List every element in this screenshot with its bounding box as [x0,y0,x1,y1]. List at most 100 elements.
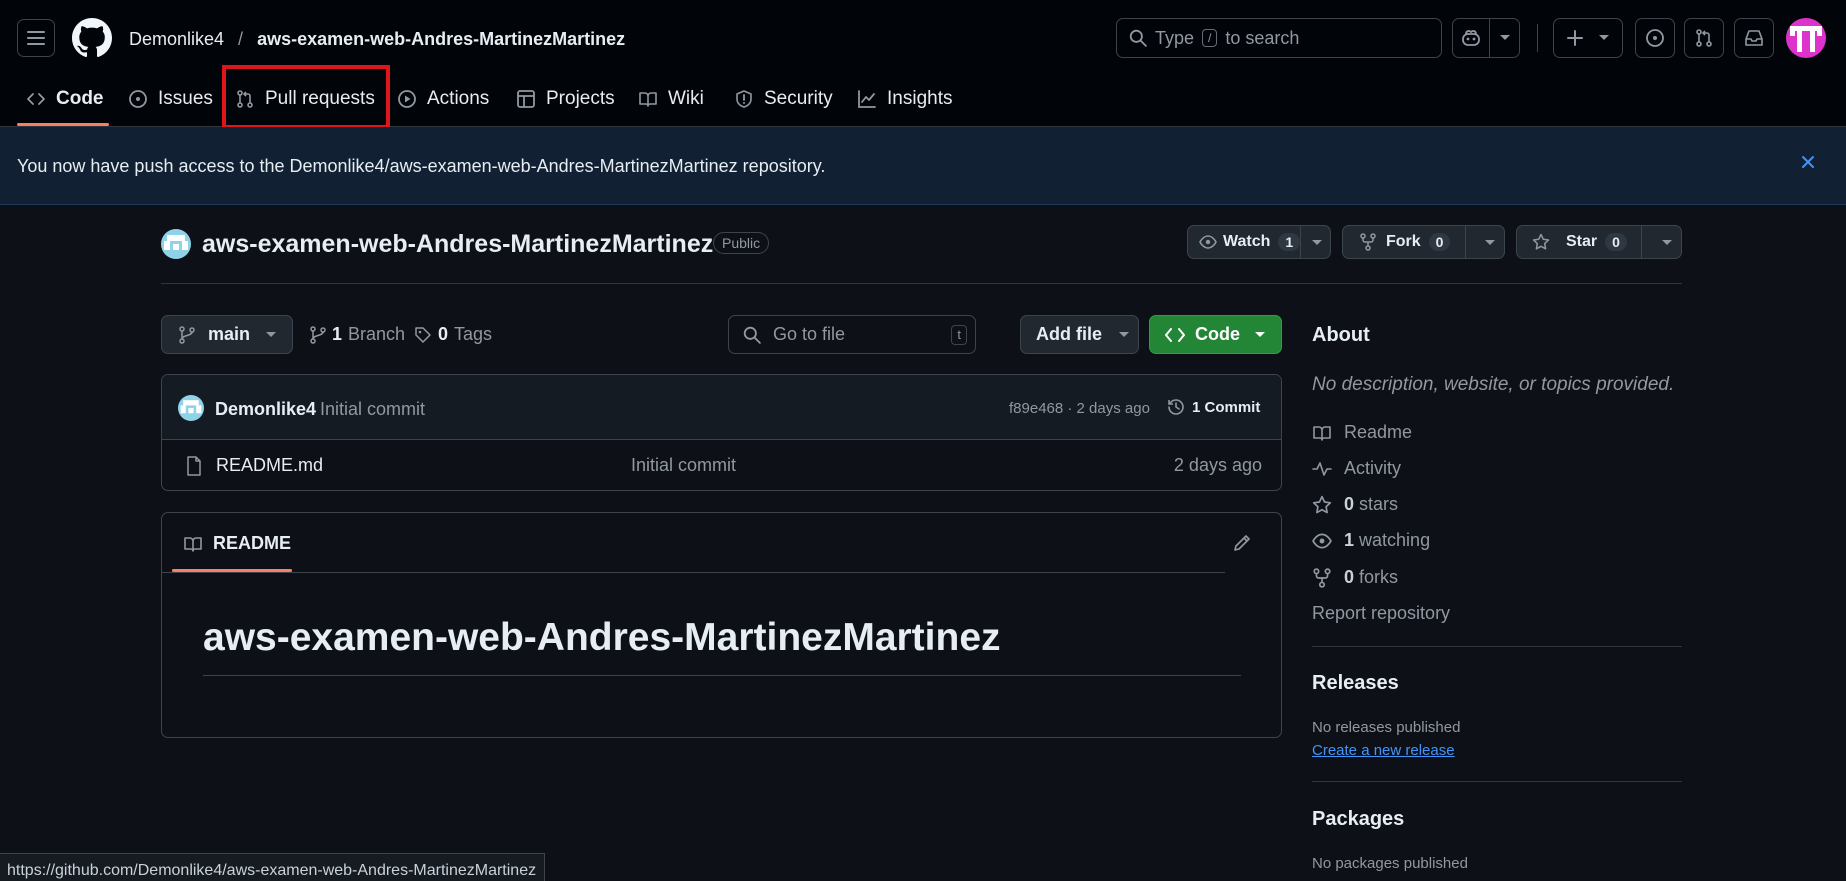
go-to-file-input[interactable]: Go to file t [728,315,976,354]
report-repository-link[interactable]: Report repository [1312,603,1450,624]
github-logo[interactable] [72,18,112,58]
search-key-hint: / [1202,29,1218,47]
owner-link[interactable]: Demonlike4 [129,29,224,50]
create-new-button[interactable] [1553,18,1623,58]
avatar[interactable] [1786,18,1826,58]
git-branch-icon [310,325,326,344]
sidebar-item-readme[interactable]: Readme [1312,422,1412,443]
highlight-box [222,65,390,129]
star-button[interactable]: Star 0 [1516,225,1682,259]
fork-label: Fork [1386,233,1421,250]
tab-label: Insights [887,88,953,109]
status-url: https://github.com/Demonlike4/aws-examen… [7,862,537,879]
commit-author[interactable]: Demonlike4 [215,399,316,420]
releases-empty: No releases published [1312,719,1461,736]
graph-icon [858,90,876,108]
commit-meta[interactable]: f89e468 · 2 days ago [1009,400,1150,417]
watch-label: Watch [1223,233,1271,250]
forks-count: 0 [1344,567,1355,587]
user-avatar-icon [1790,26,1822,52]
inbox-button[interactable] [1734,18,1774,58]
branches-link[interactable]: 1 Branch [310,324,405,345]
file-commit-message[interactable]: Initial commit [631,455,736,476]
link-status-bar: https://github.com/Demonlike4/aws-examen… [0,853,546,881]
pencil-icon [1234,535,1250,551]
plus-icon [1567,30,1583,46]
repo-avatar [161,229,191,259]
sidebar-item-forks[interactable]: 0 forks [1312,567,1398,588]
issues-button[interactable] [1635,18,1675,58]
search-icon [1129,29,1147,47]
tab-actions[interactable]: Actions [397,78,489,120]
issue-opened-icon [1646,29,1664,47]
file-name[interactable]: README.md [216,455,323,476]
go-to-file-key-hint: t [951,324,967,345]
chevron-down-icon [1499,35,1510,40]
tab-code[interactable]: Code [26,78,104,120]
chevron-down-icon [1312,240,1322,245]
sidebar-item-watching[interactable]: 1 watching [1312,530,1430,551]
book-icon [184,536,202,552]
readme-tab-label: README [213,533,292,553]
github-icon [72,18,112,58]
packages-title[interactable]: Packages [1312,808,1404,831]
fork-button[interactable]: Fork 0 [1342,225,1505,259]
tag-count: 0 [438,324,449,344]
commit-history-link[interactable]: 1 Commit [1166,397,1260,417]
play-icon [398,90,416,108]
code-button[interactable]: Code [1149,315,1282,354]
create-release-link[interactable]: Create a new release [1312,742,1455,759]
code-button-label: Code [1195,324,1240,344]
identicon-icon [180,400,202,414]
branch-count: 1 [332,324,343,344]
tab-projects[interactable]: Projects [516,78,615,120]
tab-label: Wiki [668,88,704,109]
readme-heading: aws-examen-web-Andres-MartinezMartinez [203,616,1001,659]
header-divider [1537,24,1538,52]
tab-label: Code [56,88,104,109]
branch-select[interactable]: main [161,315,293,354]
repo-title[interactable]: aws-examen-web-Andres-MartinezMartinez [202,230,713,259]
tab-insights[interactable]: Insights [857,78,952,120]
search-input[interactable]: Type / to search [1116,18,1442,58]
issue-icon [129,90,147,108]
go-to-file-placeholder: Go to file [773,324,846,344]
fork-count: 0 [1428,233,1451,251]
about-title: About [1312,324,1370,346]
close-icon [1802,156,1814,168]
commit-message[interactable]: Initial commit [320,399,425,420]
global-header: Demonlike4 / aws-examen-web-Andres-Marti… [0,0,1846,129]
copilot-button[interactable] [1452,18,1520,58]
menu-button[interactable] [17,19,55,57]
add-file-label: Add file [1036,324,1102,344]
repo-link[interactable]: aws-examen-web-Andres-MartinezMartinez [257,29,625,50]
shield-icon [736,90,752,108]
releases-title[interactable]: Releases [1312,672,1399,695]
tab-issues[interactable]: Issues [128,78,213,120]
tag-label: Tags [454,324,493,344]
sidebar-item-activity[interactable]: Activity [1312,458,1401,479]
header-divider [161,283,1682,284]
sidebar-item-stars[interactable]: 0 stars [1312,494,1398,515]
tab-security[interactable]: Security [734,78,833,120]
sidebar-item-label: Readme [1344,422,1413,442]
table-row[interactable]: README.md Initial commit 2 days ago [162,441,1281,490]
fork-icon [1313,567,1331,588]
file-icon [187,456,201,476]
tab-label: Security [764,88,833,109]
tags-link[interactable]: 0 Tags [414,324,492,345]
add-file-button[interactable]: Add file [1020,315,1139,354]
search-prefix: Type [1155,27,1195,48]
pull-requests-button[interactable] [1684,18,1724,58]
forks-label: forks [1359,567,1399,587]
chevron-down-icon [1485,240,1495,245]
git-branch-icon [179,325,195,344]
edit-readme-button[interactable] [1232,533,1252,553]
fork-icon [1360,233,1376,251]
sidebar-divider [1312,646,1682,647]
chevron-down-icon [1255,331,1265,337]
flash-close-button[interactable] [1800,154,1816,170]
tab-wiki[interactable]: Wiki [638,78,704,120]
tab-readme[interactable]: README [183,533,291,554]
watch-button[interactable]: Watch 1 [1187,225,1331,259]
